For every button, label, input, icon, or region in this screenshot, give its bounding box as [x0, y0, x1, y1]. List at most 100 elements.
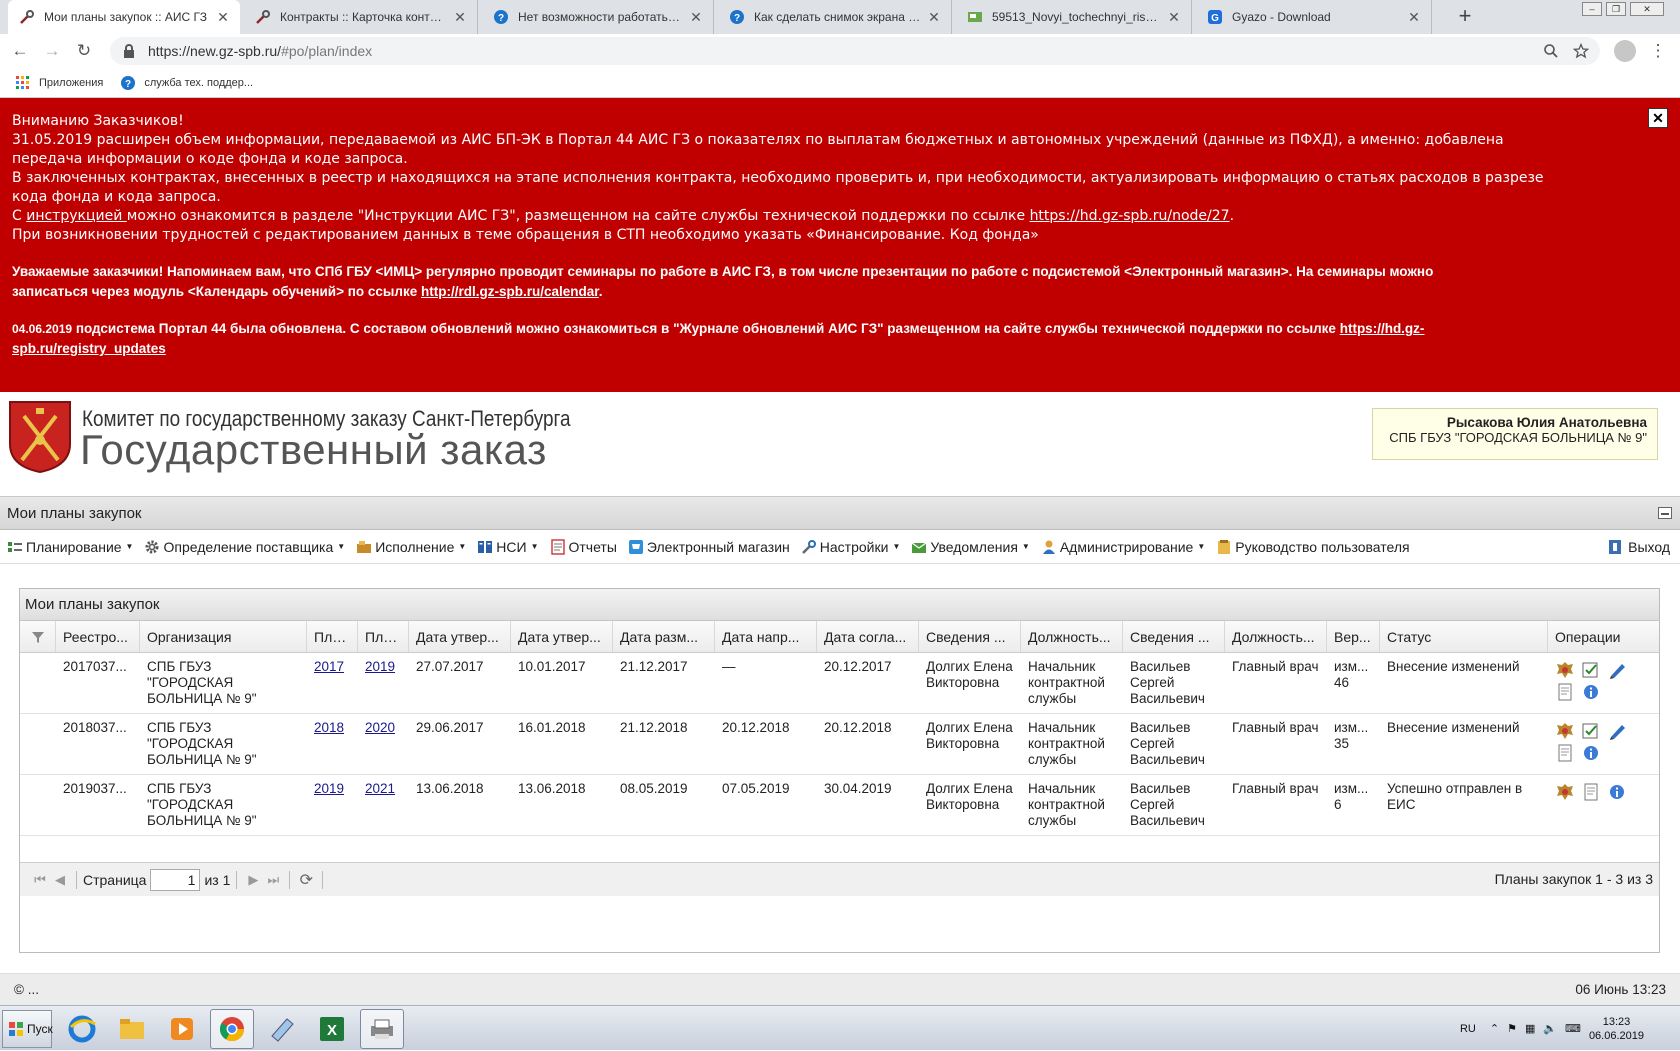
column-header[interactable]: Сведения ...	[919, 621, 1021, 652]
media-player-taskbar-icon[interactable]	[160, 1009, 204, 1049]
menu-user-guide[interactable]: Руководство пользователя	[1215, 538, 1410, 556]
close-icon[interactable]: ✕	[927, 9, 941, 26]
column-header[interactable]: Реестро...	[56, 621, 140, 652]
refresh-icon[interactable]: ⟳	[296, 870, 316, 890]
emblem-icon[interactable]	[1555, 661, 1575, 679]
approve-icon[interactable]	[1581, 661, 1601, 679]
flag-icon[interactable]: ⚑	[1507, 1022, 1517, 1035]
close-icon[interactable]: ✕	[216, 9, 230, 26]
excel-taskbar-icon[interactable]: X	[310, 1009, 354, 1049]
language-indicator[interactable]: RU	[1460, 1023, 1476, 1035]
plan-year-link[interactable]: 2018	[314, 720, 344, 735]
info-icon[interactable]	[1581, 744, 1601, 762]
column-header[interactable]: Пла...	[307, 621, 358, 652]
zoom-icon[interactable]	[1542, 42, 1560, 60]
back-button[interactable]: ←	[10, 41, 30, 61]
column-header[interactable]: Дата согла...	[817, 621, 919, 652]
menu-planning[interactable]: Планирование ▼	[6, 538, 133, 556]
explorer-taskbar-icon[interactable]	[110, 1009, 154, 1049]
plan-year-link[interactable]: 2017	[314, 659, 344, 674]
calendar-link[interactable]: http://rdl.gz-spb.ru/calendar	[421, 284, 599, 299]
page-number-input[interactable]: 1	[150, 868, 201, 891]
menu-notifications[interactable]: Уведомления ▼	[910, 538, 1030, 556]
column-header[interactable]: Дата утвер...	[511, 621, 613, 652]
document-icon[interactable]	[1555, 683, 1575, 701]
bookmark-star-icon[interactable]	[1572, 42, 1590, 60]
info-icon[interactable]	[1581, 683, 1601, 701]
registry-updates-link[interactable]: spb.ru/registry_updates	[12, 341, 166, 356]
plan-year-link[interactable]: 2021	[365, 781, 395, 796]
keyboard-icon[interactable]: ⌨	[1565, 1022, 1581, 1035]
close-icon[interactable]: ✕	[1407, 9, 1421, 26]
info-icon[interactable]	[1607, 783, 1627, 801]
tab-contracts[interactable]: Контракты :: Карточка контракта ✕	[244, 0, 478, 34]
registry-updates-link[interactable]: https://hd.gz-	[1340, 321, 1425, 336]
menu-kebab-icon[interactable]: ⋮	[1648, 41, 1668, 61]
profile-avatar[interactable]	[1614, 40, 1636, 62]
first-page-icon[interactable]: ⏮	[30, 870, 50, 890]
tray-expand-icon[interactable]: ⌃	[1490, 1022, 1499, 1035]
volume-icon[interactable]: 🔈	[1543, 1022, 1557, 1035]
column-header[interactable]: Вер...	[1327, 621, 1380, 652]
instructions-link[interactable]: инструкцией	[26, 208, 127, 224]
table-row[interactable]: 2019037... СПБ ГБУЗ "ГОРОДСКАЯ БОЛЬНИЦА №…	[20, 775, 1659, 836]
column-header[interactable]: Организация	[140, 621, 307, 652]
edit-icon[interactable]	[1607, 722, 1627, 740]
column-header[interactable]: Пла...	[358, 621, 409, 652]
tab-screenshot-howto[interactable]: ? Как сделать снимок экрана (скрин ✕	[718, 0, 952, 34]
emblem-icon[interactable]	[1555, 722, 1575, 740]
last-page-icon[interactable]: ⏭	[263, 870, 283, 890]
menu-settings[interactable]: Настройки ▼	[800, 538, 900, 556]
collapse-button[interactable]	[1658, 507, 1672, 519]
document-icon[interactable]	[1555, 744, 1575, 762]
tab-support[interactable]: ? Нет возможности работать с ПЗ.Те ✕	[482, 0, 714, 34]
column-filter-icon[interactable]	[20, 621, 56, 652]
emblem-icon[interactable]	[1555, 783, 1575, 801]
chrome-taskbar-icon[interactable]	[210, 1009, 254, 1049]
close-icon[interactable]: ✕	[453, 9, 467, 26]
ie-taskbar-icon[interactable]	[60, 1009, 104, 1049]
new-tab-button[interactable]: +	[1452, 4, 1478, 30]
plan-year-link[interactable]: 2020	[365, 720, 395, 735]
clock[interactable]: 13:23 06.06.2019	[1589, 1015, 1644, 1043]
logout-button[interactable]: Выход	[1606, 538, 1670, 556]
user-info[interactable]: Рысакова Юлия Анатольевна СПБ ГБУЗ "ГОРО…	[1372, 408, 1658, 460]
network-icon[interactable]: ▦	[1525, 1022, 1535, 1035]
next-page-icon[interactable]: ▶	[243, 870, 263, 890]
prev-page-icon[interactable]: ◀	[50, 870, 70, 890]
close-icon[interactable]: ✕	[689, 9, 703, 26]
notice-close-button[interactable]: ✕	[1648, 108, 1668, 128]
table-row[interactable]: 2017037... СПБ ГБУЗ "ГОРОДСКАЯ БОЛЬНИЦА №…	[20, 653, 1659, 714]
plan-year-link[interactable]: 2019	[314, 781, 344, 796]
forward-button[interactable]: →	[42, 41, 62, 61]
document-icon[interactable]	[1581, 783, 1601, 801]
close-icon[interactable]: ✕	[1167, 9, 1181, 26]
support-node-link[interactable]: https://hd.gz-spb.ru/node/27	[1030, 208, 1230, 224]
start-button[interactable]: Пуск	[2, 1010, 53, 1048]
plan-year-link[interactable]: 2019	[365, 659, 395, 674]
menu-execution[interactable]: Исполнение ▼	[355, 538, 466, 556]
bookmark-support[interactable]: ? служба тех. поддер...	[119, 74, 253, 92]
table-row[interactable]: 2018037... СПБ ГБУЗ "ГОРОДСКАЯ БОЛЬНИЦА №…	[20, 714, 1659, 775]
reload-button[interactable]: ↻	[74, 41, 94, 61]
column-header[interactable]: Дата напр...	[715, 621, 817, 652]
menu-nsi[interactable]: НСИ ▼	[476, 538, 539, 556]
column-header[interactable]: Операции	[1548, 621, 1642, 652]
notes-taskbar-icon[interactable]	[260, 1009, 304, 1049]
tab-gyazo[interactable]: G Gyazo - Download ✕	[1196, 0, 1432, 34]
menu-administration[interactable]: Администрирование ▼	[1040, 538, 1205, 556]
edit-icon[interactable]	[1607, 661, 1627, 679]
column-header[interactable]: Должность...	[1225, 621, 1327, 652]
address-bar[interactable]: https://new.gz-spb.ru/#po/plan/index	[110, 37, 1600, 65]
minimize-button[interactable]: –	[1582, 2, 1602, 16]
maximize-button[interactable]: ❐	[1606, 2, 1626, 16]
column-header[interactable]: Статус	[1380, 621, 1548, 652]
tab-plans[interactable]: Мои планы закупок :: АИС ГЗ ✕	[8, 0, 240, 34]
bookmark-apps[interactable]: Приложения	[14, 74, 103, 92]
column-header[interactable]: Дата утвер...	[409, 621, 511, 652]
menu-e-shop[interactable]: Электронный магазин	[627, 538, 790, 556]
column-header[interactable]: Дата разм...	[613, 621, 715, 652]
tab-image[interactable]: 59513_Novyi_tochechnyi_risunok - 3 ✕	[956, 0, 1192, 34]
window-close-button[interactable]: ✕	[1630, 2, 1664, 16]
column-header[interactable]: Сведения ...	[1123, 621, 1225, 652]
